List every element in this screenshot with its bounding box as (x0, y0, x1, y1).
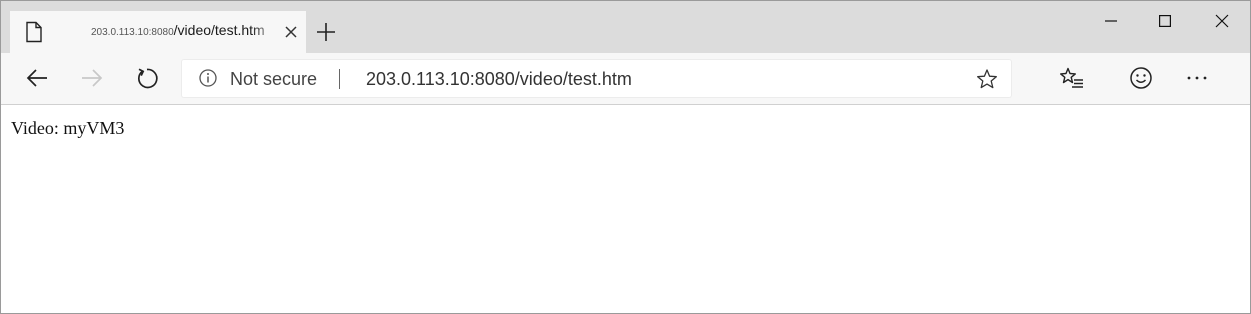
refresh-button[interactable] (134, 65, 160, 91)
refresh-icon (138, 68, 158, 89)
url-text[interactable]: 203.0.113.10:8080/video/test.htm (366, 69, 632, 90)
new-tab-icon[interactable] (314, 20, 338, 44)
favorites-button[interactable] (1059, 65, 1085, 91)
more-button[interactable] (1184, 65, 1210, 91)
security-label[interactable]: Not secure (230, 69, 317, 90)
tab-title-path: /video/test.htm (173, 22, 265, 38)
tab-close-icon[interactable] (283, 24, 299, 40)
ellipsis-icon (1187, 76, 1207, 80)
address-bar[interactable]: Not secure 203.0.113.10:8080/video/test.… (182, 60, 1011, 97)
minimize-icon[interactable] (1083, 1, 1139, 41)
tab-active[interactable]: 203.0.113.10:8080/video/test.htm (10, 11, 306, 53)
tab-title: 203.0.113.10:8080/video/test.htm (91, 22, 281, 42)
address-separator (339, 69, 340, 89)
feedback-button[interactable] (1128, 65, 1154, 91)
page-icon (24, 21, 44, 43)
arrow-right-icon (82, 69, 103, 87)
maximize-icon[interactable] (1137, 1, 1193, 41)
page-body-text: Video: myVM3 (11, 118, 125, 138)
info-icon[interactable] (199, 69, 217, 87)
back-button[interactable] (24, 65, 50, 91)
toolbar: Not secure 203.0.113.10:8080/video/test.… (1, 53, 1250, 105)
arrow-left-icon (26, 69, 47, 87)
favorites-icon (1060, 67, 1083, 88)
close-icon[interactable] (1194, 1, 1250, 41)
tab-title-host: 203.0.113.10:8080 (91, 27, 174, 38)
browser-window: 203.0.113.10:8080/video/test.htm Not sec… (0, 0, 1251, 314)
tab-strip: 203.0.113.10:8080/video/test.htm (1, 1, 1250, 53)
page-content: Video: myVM3 (1, 105, 1250, 313)
star-icon[interactable] (976, 68, 998, 90)
smiley-icon (1130, 67, 1152, 89)
forward-button[interactable] (79, 65, 105, 91)
